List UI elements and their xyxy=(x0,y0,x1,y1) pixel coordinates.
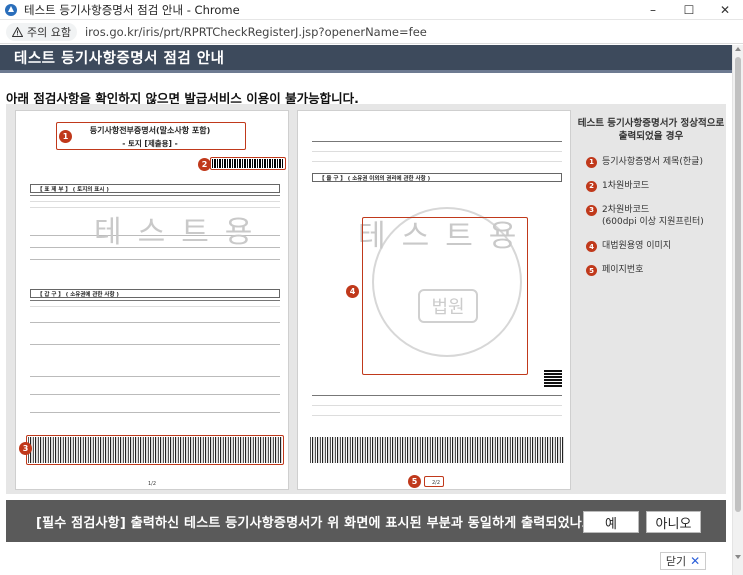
legend-heading: 테스트 등기사항증명서가 정상적으로 출력되었을 경우 xyxy=(577,118,725,142)
section-title-bar: 【 표 제 부 】 ( 토지의 표시 ) xyxy=(30,184,280,193)
warning-icon xyxy=(12,26,23,37)
qr-code-image xyxy=(544,369,562,387)
highlight-barcode-1d xyxy=(210,157,286,170)
scroll-up-arrow-icon[interactable] xyxy=(735,47,741,51)
preview-panel: 등기사항전부증명서(말소사항 포함) - 토지 [제출용] - 1 2 【 표 … xyxy=(6,104,726,494)
scrollbar-thumb[interactable] xyxy=(735,57,741,512)
legend-item-text: 등기사항증명서 제목(한글) xyxy=(602,156,703,167)
marker-5-badge: 5 xyxy=(408,475,421,488)
legend-item-text: 대법원용영 이미지 xyxy=(602,241,672,252)
section-title-bar: 【 갑 구 】 ( 소유권에 관한 사항 ) xyxy=(30,289,280,298)
marker-4-badge: 4 xyxy=(346,285,359,298)
yes-button[interactable]: 예 xyxy=(583,511,639,533)
no-button[interactable]: 아니오 xyxy=(646,511,701,533)
legend-number-badge: 4 xyxy=(586,241,597,253)
vertical-scrollbar[interactable] xyxy=(732,45,743,575)
marker-1-badge: 1 xyxy=(59,130,72,143)
url-text[interactable]: iros.go.kr/iris/prt/RPRTCheckRegisterJ.j… xyxy=(85,25,427,39)
legend-item: 5 페이지번호 xyxy=(586,264,726,277)
highlight-title xyxy=(56,122,246,150)
legend-number-badge: 5 xyxy=(586,265,597,277)
highlight-court-seal xyxy=(362,217,528,375)
highlight-barcode-2d xyxy=(26,435,284,465)
legend-item: 4 대법원용영 이미지 xyxy=(586,240,726,253)
confirmation-question: [필수 점검사항] 출력하신 테스트 등기사항증명서가 위 화면에 표시된 부분… xyxy=(36,515,602,531)
maximize-button[interactable]: ☐ xyxy=(671,0,707,20)
highlight-page-number xyxy=(424,476,444,487)
app-logo-icon xyxy=(4,3,18,17)
test-watermark: 테스트용 xyxy=(94,215,269,250)
close-icon: ✕ xyxy=(690,554,701,568)
close-window-button[interactable]: ✕ xyxy=(707,0,743,20)
legend-panel: 테스트 등기사항증명서가 정상적으로 출력되었을 경우 1 등기사항증명서 제목… xyxy=(576,118,726,277)
document-table xyxy=(312,395,562,425)
page-title: 테스트 등기사항증명서 점검 안내 xyxy=(14,51,225,67)
legend-number-badge: 3 xyxy=(586,204,597,216)
close-button-label: 닫기 xyxy=(665,555,687,568)
window-title: 테스트 등기사항증명서 점검 안내 - Chrome xyxy=(24,2,240,17)
sample-document-page-2: 【 을 구 】 ( 소유권 이외의 권리에 관한 사항 ) 법원 테스트용 4 … xyxy=(297,110,571,490)
minimize-button[interactable]: – xyxy=(635,0,671,20)
confirmation-bar: [필수 점검사항] 출력하신 테스트 등기사항증명서가 위 화면에 표시된 부분… xyxy=(6,500,726,542)
legend-item: 3 2차원바코드 (600dpi 이상 지원프린터) xyxy=(586,204,726,228)
legend-number-badge: 1 xyxy=(586,156,597,168)
legend-item: 1 등기사항증명서 제목(한글) xyxy=(586,156,726,168)
legend-item: 2 1차원바코드 xyxy=(586,180,726,192)
sample-document-page-1: 등기사항전부증명서(말소사항 포함) - 토지 [제출용] - 1 2 【 표 … xyxy=(15,110,289,490)
section-title-bar: 【 을 구 】 ( 소유권 이외의 권리에 관한 사항 ) xyxy=(312,173,562,182)
legend-number-badge: 2 xyxy=(586,180,597,192)
legend-item-text: 1차원바코드 xyxy=(602,180,650,191)
address-bar: 주의 요함 iros.go.kr/iris/prt/RPRTCheckRegis… xyxy=(0,20,743,44)
barcode-2d-image xyxy=(310,437,564,463)
document-table xyxy=(312,141,562,163)
marker-3-badge: 3 xyxy=(19,442,32,455)
document-table xyxy=(30,300,280,425)
close-button[interactable]: 닫기 ✕ xyxy=(660,552,706,570)
scroll-down-arrow-icon[interactable] xyxy=(735,555,741,559)
marker-2-badge: 2 xyxy=(198,158,211,171)
page-number: 1/2 xyxy=(148,481,157,487)
security-indicator[interactable]: 주의 요함 xyxy=(6,22,77,41)
legend-item-text: 2차원바코드 (600dpi 이상 지원프린터) xyxy=(602,204,704,228)
security-label: 주의 요함 xyxy=(27,25,71,39)
page-header: 테스트 등기사항증명서 점검 안내 xyxy=(0,45,732,73)
window-titlebar: 테스트 등기사항증명서 점검 안내 - Chrome – ☐ ✕ xyxy=(0,0,743,20)
legend-item-text: 페이지번호 xyxy=(602,265,644,276)
